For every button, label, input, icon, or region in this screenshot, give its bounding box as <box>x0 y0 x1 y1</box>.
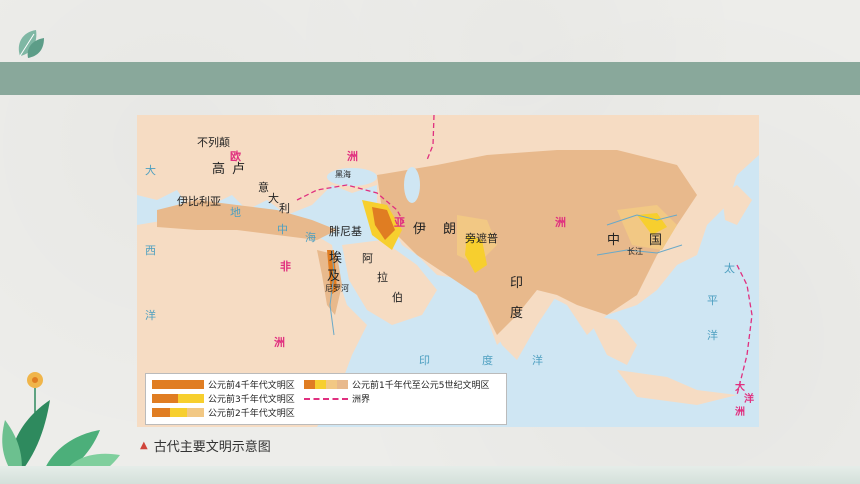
label-gaul-lu: 卢 <box>232 162 246 177</box>
label-china-zhong: 中 <box>607 233 621 248</box>
label-africa-fei: 非 <box>280 260 291 273</box>
leaf-icon <box>18 30 44 58</box>
label-arabia-bo: 伯 <box>392 291 403 304</box>
label-asia-ya: 亚 <box>394 216 405 229</box>
southeast-asia-landmass <box>587 315 637 365</box>
label-med-zhong: 中 <box>277 223 288 236</box>
label-med-di: 地 <box>230 206 241 219</box>
label-atlantic-xi: 西 <box>145 244 156 257</box>
label-iran-lang: 朗 <box>443 222 457 237</box>
label-med-hai: 海 <box>305 231 316 244</box>
label-iberia: 伊比利亚 <box>177 195 221 208</box>
legend-swatch-1k-b <box>315 380 326 389</box>
label-oceania-zhou: 洲 <box>735 407 745 418</box>
label-arabia-la: 拉 <box>377 271 388 284</box>
label-pacific-tai: 太 <box>724 262 735 275</box>
map-legend: 公元前4千年代文明区 公元前3千年代文明区 公元前2千年代文明区 公元前1千年代… <box>145 373 507 425</box>
map-caption: ▲ 古代主要文明示意图 <box>140 436 271 455</box>
label-india-du: 度 <box>510 306 524 321</box>
legend-swatch-2k-c <box>187 408 204 417</box>
label-egypt-ai: 埃 <box>329 251 343 266</box>
legend-swatch-3k-b <box>178 394 204 403</box>
label-asia-zhou: 洲 <box>555 216 566 229</box>
label-egypt-ji: 及 <box>327 269 341 284</box>
triangle-icon: ▲ <box>140 440 148 451</box>
label-pacific-yang: 洋 <box>707 329 718 342</box>
legend-label-2k: 公元前2千年代文明区 <box>208 409 295 419</box>
legend-item-3k: 公元前3千年代文明区 <box>152 392 295 405</box>
legend-label-boundary: 洲界 <box>352 395 371 405</box>
label-gaul-gao: 高 <box>212 162 226 177</box>
legend-swatch-4k <box>152 380 204 389</box>
label-arabia-a: 阿 <box>362 252 373 265</box>
label-black-sea: 黑海 <box>335 170 351 179</box>
label-indian-ocean-du: 度 <box>482 354 493 367</box>
legend-item-1k: 公元前1千年代至公元5世纪文明区 <box>304 378 489 391</box>
label-oceania-yang: 洋 <box>744 394 754 405</box>
label-europe-zhou: 洲 <box>347 150 358 163</box>
label-oceania-da: 大 <box>735 382 745 393</box>
label-europe-ou: 欧 <box>230 150 241 163</box>
label-yangtze: 长江 <box>627 247 643 256</box>
legend-item-2k: 公元前2千年代文明区 <box>152 406 295 419</box>
indonesia-landmass <box>617 370 737 405</box>
continent-boundary-east <box>736 264 753 396</box>
legend-item-boundary: 洲界 <box>304 392 370 405</box>
title-band <box>0 62 860 95</box>
legend-swatch-2k-b <box>170 408 187 417</box>
label-italy-da: 大 <box>268 192 279 205</box>
legend-swatch-3k-a <box>152 394 178 403</box>
label-atlantic-yang: 洋 <box>145 309 156 322</box>
legend-swatch-1k-d <box>337 380 348 389</box>
label-italy-li: 利 <box>279 202 290 215</box>
label-nile: 尼罗河 <box>325 284 349 293</box>
label-pacific-ping: 平 <box>707 294 718 307</box>
label-africa-zhou: 洲 <box>274 336 285 349</box>
label-indian-ocean-yin: 印 <box>419 354 430 367</box>
label-atlantic-da: 大 <box>145 164 156 177</box>
legend-label-4k: 公元前4千年代文明区 <box>208 381 295 391</box>
legend-label-1k: 公元前1千年代至公元5世纪文明区 <box>352 381 490 391</box>
label-punjab: 旁遮普 <box>465 232 498 245</box>
label-indian-ocean-yang: 洋 <box>532 354 543 367</box>
legend-swatch-boundary <box>304 397 348 400</box>
label-iran-yi: 伊 <box>413 222 427 237</box>
bottom-band <box>0 466 860 484</box>
legend-swatch-1k-c <box>326 380 337 389</box>
ancient-civilizations-map: 不列颠 欧 洲 高 卢 意 大 利 伊比利亚 地 中 海 黑海 腓尼基 伊 朗 … <box>137 115 759 427</box>
caption-text: 古代主要文明示意图 <box>153 440 271 455</box>
label-china-guo: 国 <box>649 233 663 248</box>
legend-swatch-2k-a <box>152 408 170 417</box>
caspian-sea <box>404 167 420 203</box>
label-india-yin: 印 <box>510 276 524 291</box>
label-britain: 不列颠 <box>197 136 230 149</box>
legend-swatch-1k-a <box>304 380 315 389</box>
legend-label-3k: 公元前3千年代文明区 <box>208 395 295 405</box>
label-phoenicia: 腓尼基 <box>329 225 362 238</box>
legend-item-4k: 公元前4千年代文明区 <box>152 378 295 391</box>
